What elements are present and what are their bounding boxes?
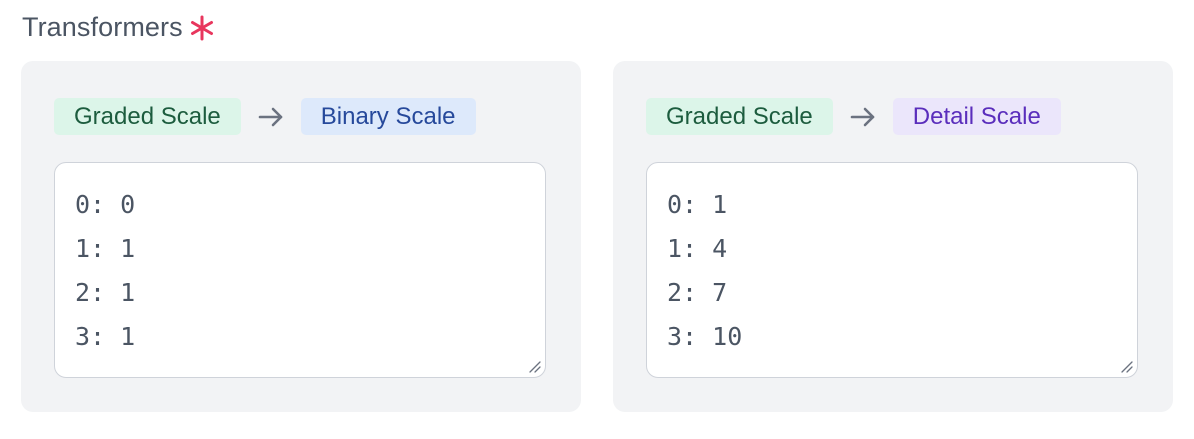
resize-handle-icon[interactable] bbox=[528, 360, 542, 374]
transformer-header: Graded Scale Binary Scale bbox=[54, 98, 476, 135]
mapping-line: 3: 10 bbox=[667, 322, 743, 351]
transformer-card-binary: Graded Scale Binary Scale 0: 0 1: 1 2: 1… bbox=[21, 61, 581, 412]
mapping-line: 3: 1 bbox=[75, 322, 136, 351]
arrow-right-icon bbox=[258, 107, 283, 126]
to-scale-badge: Detail Scale bbox=[892, 98, 1061, 135]
mapping-line: 2: 7 bbox=[667, 278, 728, 307]
mapping-line: 1: 1 bbox=[75, 234, 136, 263]
to-scale-badge: Binary Scale bbox=[300, 98, 476, 135]
from-scale-badge: Graded Scale bbox=[54, 98, 241, 135]
from-scale-badge: Graded Scale bbox=[646, 98, 833, 135]
mapping-line: 0: 1 bbox=[667, 190, 728, 219]
arrow-right-icon bbox=[850, 107, 875, 126]
section-title-label: Transformers bbox=[22, 12, 183, 42]
required-asterisk-icon bbox=[190, 15, 213, 40]
mapping-line: 1: 4 bbox=[667, 234, 728, 263]
mapping-line: 0: 0 bbox=[75, 190, 136, 219]
mapping-line: 2: 1 bbox=[75, 278, 136, 307]
transformer-header: Graded Scale Detail Scale bbox=[646, 98, 1061, 135]
resize-handle-icon[interactable] bbox=[1120, 360, 1134, 374]
section-title: Transformers bbox=[22, 12, 215, 43]
transformer-card-detail: Graded Scale Detail Scale 0: 1 1: 4 2: 7… bbox=[613, 61, 1173, 412]
mapping-textarea[interactable]: 0: 0 1: 1 2: 1 3: 1 bbox=[54, 162, 546, 378]
mapping-textarea[interactable]: 0: 1 1: 4 2: 7 3: 10 bbox=[646, 162, 1138, 378]
